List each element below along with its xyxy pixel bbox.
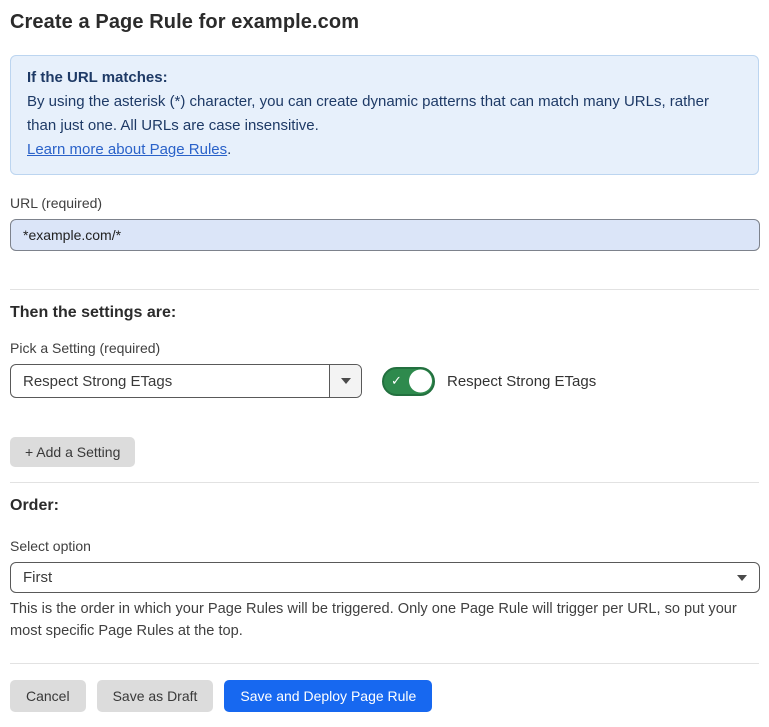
toggle-knob	[409, 370, 432, 393]
info-box-body: By using the asterisk (*) character, you…	[27, 90, 742, 138]
url-match-info-box: If the URL matches: By using the asteris…	[10, 55, 759, 175]
pick-setting-label: Pick a Setting (required)	[10, 340, 759, 357]
etags-toggle[interactable]: ✓	[382, 367, 435, 396]
setting-select-value: Respect Strong ETags	[11, 365, 329, 397]
learn-more-link[interactable]: Learn more about Page Rules	[27, 141, 227, 158]
save-and-deploy-button[interactable]: Save and Deploy Page Rule	[224, 680, 432, 712]
create-page-rule-panel: Create a Page Rule for example.com If th…	[0, 9, 769, 712]
setting-select[interactable]: Respect Strong ETags	[10, 364, 362, 398]
order-select[interactable]: First	[10, 562, 760, 593]
check-icon: ✓	[391, 374, 402, 387]
divider	[10, 663, 759, 664]
settings-section-heading: Then the settings are:	[10, 303, 759, 322]
caret-down-icon	[737, 575, 747, 581]
add-setting-button[interactable]: + Add a Setting	[10, 437, 135, 467]
cancel-button[interactable]: Cancel	[10, 680, 86, 712]
order-select-label: Select option	[10, 538, 759, 555]
info-box-heading: If the URL matches:	[27, 66, 742, 90]
info-box-link-line: Learn more about Page Rules.	[27, 138, 742, 162]
divider	[10, 482, 759, 483]
order-section-heading: Order:	[10, 496, 759, 515]
footer-buttons: Cancel Save as Draft Save and Deploy Pag…	[10, 680, 759, 712]
url-field-label: URL (required)	[10, 195, 759, 212]
divider	[10, 289, 759, 290]
link-suffix: .	[227, 141, 231, 158]
url-input[interactable]	[10, 219, 760, 251]
order-select-value: First	[23, 569, 737, 586]
order-help-text: This is the order in which your Page Rul…	[10, 598, 759, 642]
setting-select-arrow-button[interactable]	[329, 365, 361, 397]
caret-down-icon	[341, 378, 351, 384]
toggle-label: Respect Strong ETags	[447, 373, 596, 390]
setting-row: Respect Strong ETags ✓ Respect Strong ET…	[10, 364, 759, 398]
page-title: Create a Page Rule for example.com	[10, 9, 759, 35]
save-as-draft-button[interactable]: Save as Draft	[97, 680, 214, 712]
